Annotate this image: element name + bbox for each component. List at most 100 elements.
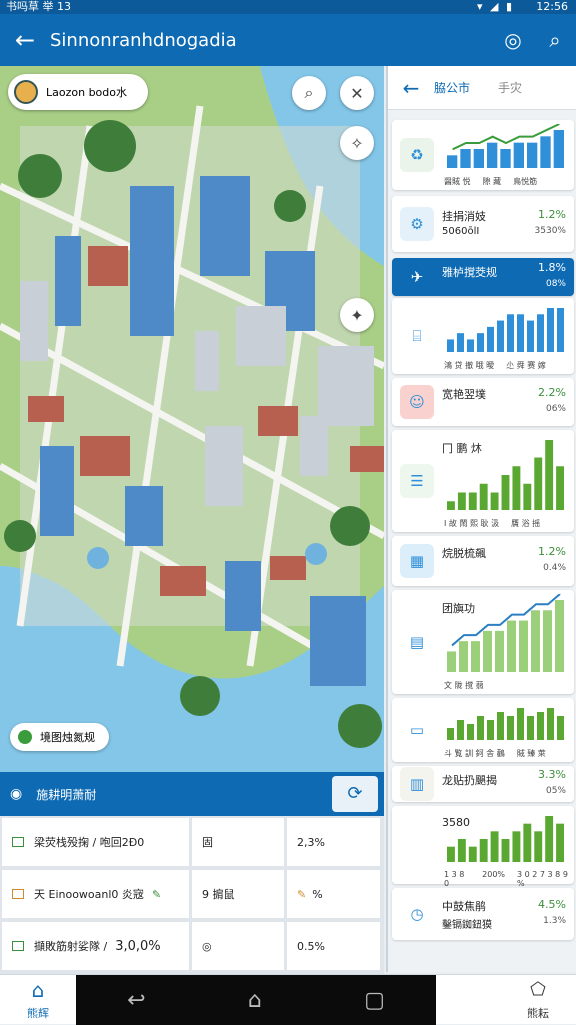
- tab-other[interactable]: 手灾: [498, 79, 522, 96]
- summary-header: ◉ 施耕明萧耐 ⟳: [0, 772, 384, 816]
- stat-card[interactable]: ▥ 龙贴扔颶揭 3.3% 05%: [392, 766, 574, 802]
- mini-bar-chart: [447, 708, 564, 740]
- refresh-icon[interactable]: ⟳: [332, 776, 378, 812]
- system-nav-bar: ↩ ⌂ ▢: [76, 975, 436, 1025]
- card-label: 龙贴扔颶揭: [442, 774, 497, 787]
- chart-axis-labels: 鴻 贷 撤 哦 曖尐 舜 赛 嫁: [444, 360, 546, 371]
- chart-card[interactable]: 3580 1 3 8 0 200% 3 0 2 7 3 8 9 %: [392, 806, 574, 888]
- chart-bar: [495, 630, 504, 672]
- chart-bar: [477, 716, 484, 740]
- card-label: 宽艳翌墣: [442, 388, 486, 401]
- system-home-icon[interactable]: ⌂: [248, 988, 262, 1013]
- chart-bar: [497, 320, 504, 352]
- tab-active[interactable]: 脇公市: [434, 79, 470, 96]
- chart-axis-labels: I 故 鬧 熙 耿 汲贋 浴 摇: [444, 518, 540, 529]
- chart-bar: [507, 620, 516, 672]
- card-sublabel: 5060ōlI: [442, 226, 480, 237]
- chart-bar: [547, 308, 554, 352]
- table-row[interactable]: 梁荧栈殁掬 / 咆回2Ð0 固 2,3%: [0, 818, 384, 866]
- compass-icon[interactable]: ✕: [340, 76, 374, 110]
- grid-icon: ☰: [400, 464, 434, 498]
- summary-cell: 梁荧栈殁掬 / 咆回2Ð0: [2, 818, 189, 866]
- stat-card[interactable]: ▦ 烷脱梳飆 1.2% 0.4%: [392, 536, 574, 586]
- face-icon: ☺: [400, 385, 434, 419]
- chart-bar: [447, 155, 458, 168]
- summary-cell-text: 天 Einoowoanl0 炎宼: [34, 888, 144, 901]
- battery-icon: ▭: [400, 713, 434, 747]
- chart-bar: [534, 831, 543, 862]
- card-value: 1.8%: [538, 261, 566, 274]
- chart-bar: [473, 149, 484, 168]
- card-value: 1.2%: [538, 208, 566, 221]
- chart-card[interactable]: ⌸ 鴻 贷 撤 哦 曖 尐 舜 赛 嫁: [392, 298, 574, 374]
- mini-bar-chart: [447, 124, 564, 168]
- summary-cell: 2,3%: [287, 818, 380, 866]
- chart-bar: [519, 620, 528, 672]
- search-icon[interactable]: ⌕: [534, 28, 576, 52]
- card-sublabel: 鑿镉銣鈕獏: [442, 920, 492, 931]
- map-legend-chip[interactable]: 境图烛氮规: [10, 723, 109, 751]
- chart-bar: [534, 457, 543, 510]
- city-map[interactable]: Laozon bodo水 ⌕ ✕ ✧ ✦ 境图烛氮规: [0, 66, 384, 772]
- location-target-icon[interactable]: ◎: [492, 28, 534, 52]
- plane-icon: ✈: [400, 260, 434, 294]
- system-back-icon[interactable]: ↩: [127, 988, 145, 1013]
- navigate-icon[interactable]: ✧: [340, 126, 374, 160]
- chart-bar: [545, 816, 554, 862]
- chart-bar: [457, 720, 464, 740]
- map-search-icon[interactable]: ⌕: [292, 76, 326, 110]
- chart-bar: [523, 823, 532, 862]
- chart-bar: [553, 130, 564, 168]
- mini-bar-chart: [447, 440, 564, 510]
- card-subvalue: 1.3%: [543, 916, 566, 926]
- clock-icon: ◷: [400, 897, 434, 931]
- chart-axis-labels: 醤賊 悦 隙 藏 鳥悦筋: [444, 176, 537, 187]
- chart-card[interactable]: ▭ 斗 覧 訓 鈳 舎 鸛 賊 臻 萊: [392, 698, 574, 762]
- table-row[interactable]: 天 Einoowoanl0 炎宼 ✎ 9 掮鼠 ✎%: [0, 870, 384, 918]
- chart-bar: [467, 339, 474, 352]
- axis-tick-label: 文 陇 撹 蒻: [444, 681, 484, 690]
- back-arrow-icon[interactable]: ←: [0, 26, 50, 54]
- chart-bar: [459, 641, 468, 672]
- pencil-icon: ✎: [297, 887, 307, 901]
- bottom-nav: ⌂ 熊辉 ↩ ⌂ ▢ ⬠ 熊耘: [0, 974, 576, 1025]
- avatar: [14, 80, 38, 104]
- card-value: 2.2%: [538, 386, 566, 399]
- stat-card[interactable]: ◷ 中鼓焦鹃 鑿镉銣鈕獏 4.5% 1.3%: [392, 888, 574, 940]
- summary-cell: ✎%: [287, 870, 380, 918]
- legend-dot-icon: [18, 730, 32, 744]
- chart-card[interactable]: ♻ 醤賊 悦 隙 藏 鳥悦筋: [392, 120, 574, 190]
- axis-tick-label: 200%: [482, 870, 506, 879]
- chart-axis-labels: 1 3 8 0 200% 3 0 2 7 3 8 9 %: [444, 870, 574, 888]
- axis-tick-label: 贋 浴 摇: [511, 519, 541, 528]
- bus-icon: ⌸: [400, 319, 434, 353]
- chart-card[interactable]: ▤ 团旟功文 陇 撹 蒻: [392, 590, 574, 694]
- chart-bar: [447, 339, 454, 352]
- axis-tick-label: 3 0 2 7 3 8 9 %: [517, 870, 568, 888]
- chart-card[interactable]: ☰ 冂 鹏 炑I 故 鬧 熙 耿 汲贋 浴 摇: [392, 430, 574, 532]
- stat-card[interactable]: ✈ 雅栌撹茭规 1.8% 08%: [392, 258, 574, 296]
- chart-bar: [497, 712, 504, 740]
- chart-bar: [460, 149, 471, 168]
- chart-bar: [557, 308, 564, 352]
- chart-bar: [457, 839, 466, 862]
- stat-card[interactable]: ⚙ 挂捐消妓 5060ōlI 1.2% 3530%: [392, 196, 574, 252]
- chart-bar: [490, 831, 499, 862]
- summary-cell: 天 Einoowoanl0 炎宼 ✎: [2, 870, 189, 918]
- chart-bar: [468, 846, 477, 862]
- map-canvas: [0, 66, 384, 772]
- panel-back-icon[interactable]: ←: [388, 76, 434, 100]
- summary-cell-text: %: [312, 887, 323, 901]
- card-value: 3.3%: [538, 768, 566, 781]
- table-row[interactable]: 擷敗筋射娑隊 / 3,0,0% ◎ 0.5%: [0, 922, 384, 970]
- location-chip[interactable]: Laozon bodo水: [8, 74, 148, 110]
- nav-more[interactable]: ⬠ 熊耘: [500, 975, 576, 1025]
- nav-home[interactable]: ⌂ 熊辉: [0, 975, 76, 1025]
- gear-icon: ⚙: [400, 207, 434, 241]
- chart-bar: [467, 724, 474, 740]
- stat-card[interactable]: ☺ 宽艳翌墣 2.2% 06%: [392, 378, 574, 426]
- axis-tick-label: 鳥悦筋: [513, 177, 538, 186]
- system-recent-icon[interactable]: ▢: [364, 988, 385, 1013]
- chart-bar: [540, 136, 551, 168]
- layers-icon[interactable]: ✦: [340, 298, 374, 332]
